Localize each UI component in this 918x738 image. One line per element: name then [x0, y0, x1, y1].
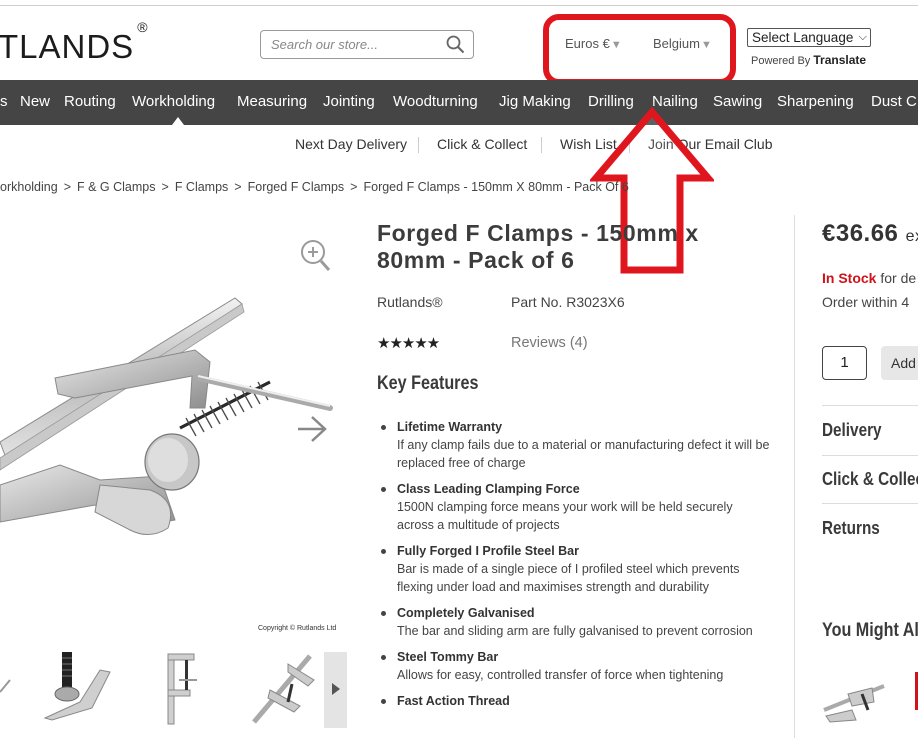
accordion-divider: [822, 455, 918, 456]
accordion-divider: [822, 503, 918, 504]
nav-item-jointing[interactable]: Jointing: [323, 93, 375, 110]
column-divider: [794, 215, 795, 738]
highlight-annotation-box: [543, 14, 736, 85]
breadcrumb-fg-clamps[interactable]: F & G Clamps: [77, 180, 156, 194]
nav-item-measuring[interactable]: Measuring: [237, 93, 307, 110]
product-image[interactable]: [0, 290, 345, 590]
rating-stars: ★★★★★: [377, 335, 440, 352]
thumbnail-4[interactable]: [248, 650, 322, 726]
feature-item: Class Leading Clamping Force 1500N clampi…: [381, 480, 771, 534]
feature-item: Lifetime Warranty If any clamp fails due …: [381, 418, 771, 472]
nav-item-sharpening[interactable]: Sharpening: [777, 93, 854, 110]
you-might-also-like-heading: You Might Al: [822, 620, 918, 641]
breadcrumb: orkholding > F & G Clamps > F Clamps > Forged …: [0, 180, 629, 194]
nav-item-sawing[interactable]: Sawing: [713, 93, 762, 110]
product-brand[interactable]: Rutlands®: [377, 294, 443, 310]
search-box[interactable]: [260, 30, 474, 59]
search-input[interactable]: [271, 37, 441, 52]
chevron-right-icon: [332, 683, 340, 695]
accordion-click-collect[interactable]: Click & Collec: [822, 469, 918, 490]
add-to-basket-button[interactable]: Add: [881, 346, 918, 380]
nav-item-partial[interactable]: s: [0, 93, 8, 110]
top-border: [0, 5, 918, 6]
thumbnail-next-button[interactable]: [324, 652, 347, 728]
feature-item: Fast Action Thread: [381, 692, 771, 710]
breadcrumb-forged-f-clamps[interactable]: Forged F Clamps: [248, 180, 345, 194]
product-title: Forged F Clamps - 150mm x 80mm - Pack of…: [377, 220, 699, 273]
order-within: Order within 4: [822, 294, 910, 310]
language-select[interactable]: Select Language ⌵: [747, 28, 871, 47]
feature-item: Completely Galvanised The bar and sliding…: [381, 604, 771, 640]
breadcrumb-workholding[interactable]: orkholding: [0, 180, 58, 194]
nav-item-new[interactable]: New: [20, 93, 50, 110]
nav-item-dust[interactable]: Dust C: [871, 93, 917, 110]
accordion-returns[interactable]: Returns: [822, 518, 880, 539]
accordion-divider: [822, 405, 918, 406]
site-logo[interactable]: TLANDS®: [0, 19, 149, 66]
product-price: €36.66 ex: [822, 220, 918, 247]
subnav-next-day-delivery[interactable]: Next Day Delivery: [295, 136, 407, 152]
breadcrumb-f-clamps[interactable]: F Clamps: [175, 180, 228, 194]
image-copyright: Copyright © Rutlands Ltd: [258, 625, 337, 632]
powered-by-translate: Powered By Translate: [751, 53, 867, 67]
nav-item-woodturning[interactable]: Woodturning: [393, 93, 478, 110]
subnav-divider: [418, 137, 419, 153]
chevron-down-icon: ⌵: [858, 31, 867, 43]
zoom-in-icon[interactable]: [299, 238, 331, 277]
thumbnail-3[interactable]: [155, 650, 205, 726]
subnav-click-collect[interactable]: Click & Collect: [437, 136, 527, 152]
thumbnail-1[interactable]: [0, 650, 12, 720]
breadcrumb-current: Forged F Clamps - 150mm X 80mm - Pack Of…: [363, 180, 629, 194]
related-product-image[interactable]: [822, 680, 890, 724]
quantity-input[interactable]: 1: [822, 346, 867, 380]
nav-item-routing[interactable]: Routing: [64, 93, 116, 110]
feature-item: Steel Tommy Bar Allows for easy, controll…: [381, 648, 771, 684]
stock-status: In Stock for de: [822, 270, 917, 286]
next-arrow-icon[interactable]: [296, 414, 328, 449]
feature-item: Fully Forged I Profile Steel Bar Bar is m…: [381, 542, 771, 596]
key-features-heading: Key Features: [377, 373, 479, 394]
nav-item-workholding[interactable]: Workholding: [132, 93, 215, 110]
translate-link[interactable]: Translate: [813, 53, 866, 67]
nav-item-jig-making[interactable]: Jig Making: [499, 93, 571, 110]
reviews-link[interactable]: Reviews (4): [511, 335, 588, 351]
part-number: Part No. R3023X6: [511, 294, 625, 310]
main-nav: s New Routing Workholding Measuring Join…: [0, 80, 918, 125]
thumbnail-2[interactable]: [40, 650, 116, 722]
subnav-divider: [541, 137, 542, 153]
key-features-list: Lifetime Warranty If any clamp fails due …: [381, 418, 771, 718]
search-icon[interactable]: [446, 35, 465, 59]
active-nav-caret: [172, 117, 184, 125]
accordion-delivery[interactable]: Delivery: [822, 420, 882, 441]
